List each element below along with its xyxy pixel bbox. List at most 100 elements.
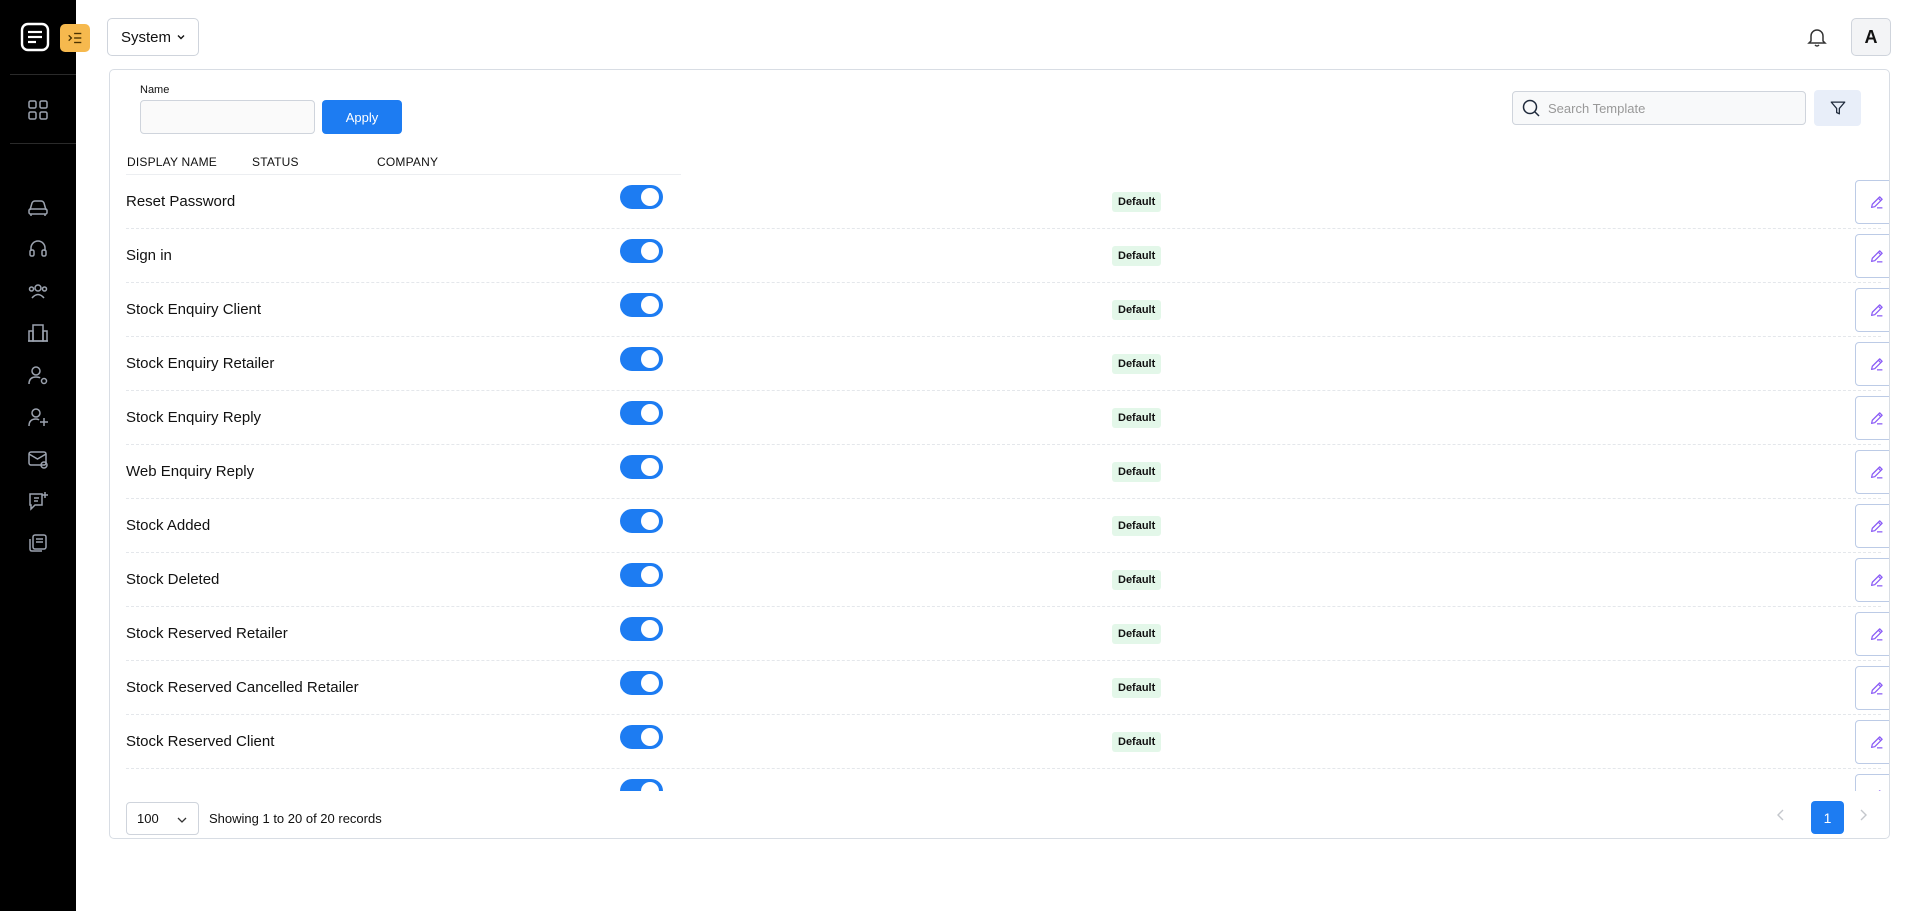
row-display-name: Stock Enquiry Retailer [126, 355, 275, 372]
user-settings-icon[interactable] [27, 364, 49, 386]
mail-settings-icon[interactable] [27, 448, 49, 470]
pencil-icon [1870, 358, 1883, 371]
system-dropdown[interactable]: System [107, 18, 199, 56]
table-row: Stock Added Default [126, 499, 1889, 553]
pencil-icon [1870, 466, 1883, 479]
edit-button[interactable] [1855, 774, 1889, 791]
bell-icon[interactable] [1806, 26, 1828, 48]
records-summary: Showing 1 to 20 of 20 records [209, 811, 382, 826]
edit-button[interactable] [1855, 612, 1889, 656]
row-display-name: Stock Reserved Retailer [126, 625, 288, 642]
status-toggle[interactable] [620, 401, 663, 425]
company-badge: Default [1112, 462, 1162, 482]
edit-button[interactable] [1855, 396, 1889, 440]
search-icon [1522, 99, 1540, 117]
row-display-name: Stock Deleted [126, 571, 220, 588]
edit-button[interactable] [1855, 288, 1889, 332]
pencil-icon [1870, 304, 1883, 317]
table-row: Stock Reserved Cancelled Retailer Defaul… [126, 661, 1889, 715]
status-toggle[interactable] [620, 563, 663, 587]
company-badge: Default [1112, 354, 1162, 374]
status-toggle[interactable] [620, 293, 663, 317]
table-row: Web Enquiry Reply Default [126, 445, 1889, 499]
row-display-name: Sign in [126, 247, 172, 264]
chevron-left-icon [1777, 809, 1784, 821]
status-toggle[interactable] [620, 725, 663, 749]
company-badge: Default [1112, 732, 1162, 752]
edit-button[interactable] [1855, 504, 1889, 548]
table-row: Sign in Default [126, 229, 1889, 283]
next-page-button[interactable] [1855, 807, 1871, 823]
indent-icon [68, 32, 82, 44]
per-page-select[interactable]: 100 [126, 802, 199, 835]
company-badge: Default [1112, 246, 1162, 266]
edit-button[interactable] [1855, 234, 1889, 278]
message-plus-icon[interactable] [27, 490, 49, 512]
status-toggle[interactable] [620, 347, 663, 371]
sidebar-toggle-button[interactable] [60, 24, 90, 52]
chevron-down-icon [177, 35, 185, 40]
avatar-initial: A [1864, 26, 1878, 47]
row-display-name: Stock Enquiry Reply [126, 409, 262, 426]
page-button-current[interactable]: 1 [1811, 801, 1844, 834]
edit-button[interactable] [1855, 720, 1889, 764]
status-toggle[interactable] [620, 671, 663, 695]
edit-button[interactable] [1855, 666, 1889, 710]
company-badge: Default [1112, 300, 1162, 320]
app-logo-icon[interactable] [20, 22, 50, 52]
users-icon[interactable] [27, 280, 49, 302]
row-display-name: Stock Reserved Client [126, 733, 275, 750]
search-box[interactable] [1512, 91, 1806, 125]
row-display-name: Reset Password [126, 193, 236, 210]
prev-page-button[interactable] [1773, 807, 1789, 823]
pencil-icon [1870, 628, 1883, 641]
user-plus-icon[interactable] [27, 406, 49, 428]
table-body: Reset Password Default Sign in Default S… [110, 175, 1889, 791]
status-toggle[interactable] [620, 455, 663, 479]
row-display-name: Stock Reserved Cancelled Retailer [126, 679, 359, 696]
row-display-name: Stock Added [126, 517, 211, 534]
edit-button[interactable] [1855, 342, 1889, 386]
templates-card: Name Apply DISPLAY NAME STATUS COMPANY R… [109, 69, 1890, 839]
status-toggle[interactable] [620, 239, 663, 263]
apply-button[interactable]: Apply [322, 100, 402, 134]
pencil-icon [1878, 790, 1881, 791]
pencil-icon [1870, 682, 1883, 695]
edit-button[interactable] [1855, 180, 1889, 224]
pencil-icon [1870, 736, 1883, 749]
building-icon[interactable] [27, 322, 49, 344]
company-badge: Default [1112, 678, 1162, 698]
table-row: Stock Enquiry Reply Default [126, 391, 1889, 445]
dashboard-icon[interactable] [27, 99, 49, 121]
templates-icon[interactable] [27, 532, 49, 554]
car-icon[interactable] [27, 196, 49, 218]
system-dropdown-label: System [121, 28, 172, 46]
name-filter-input[interactable] [140, 100, 315, 134]
chevron-down-icon [177, 817, 187, 823]
table-row: Stock Reserved Client Default [126, 715, 1889, 769]
headset-icon[interactable] [27, 238, 49, 260]
table-row [126, 769, 1889, 791]
search-input[interactable] [1548, 100, 1798, 116]
table-row: Stock Enquiry Client Default [126, 283, 1889, 337]
column-header-company[interactable]: COMPANY [377, 155, 438, 169]
pencil-icon [1870, 574, 1883, 587]
status-toggle[interactable] [620, 509, 663, 533]
pencil-icon [1870, 412, 1883, 425]
status-toggle[interactable] [620, 779, 663, 791]
sidebar [0, 0, 76, 911]
status-toggle[interactable] [620, 617, 663, 641]
avatar[interactable]: A [1851, 18, 1891, 56]
row-display-name: Stock Enquiry Client [126, 301, 262, 318]
filter-button[interactable] [1814, 90, 1861, 126]
company-badge: Default [1112, 570, 1162, 590]
edit-button[interactable] [1855, 450, 1889, 494]
edit-button[interactable] [1855, 558, 1889, 602]
status-toggle[interactable] [620, 185, 663, 209]
pencil-icon [1870, 250, 1883, 263]
column-header-display-name[interactable]: DISPLAY NAME [127, 155, 217, 169]
filter-icon [1830, 101, 1845, 115]
row-display-name: Web Enquiry Reply [126, 463, 255, 480]
table-footer: 100 Showing 1 to 20 of 20 records 1 [110, 792, 1889, 838]
column-header-status[interactable]: STATUS [252, 155, 299, 169]
